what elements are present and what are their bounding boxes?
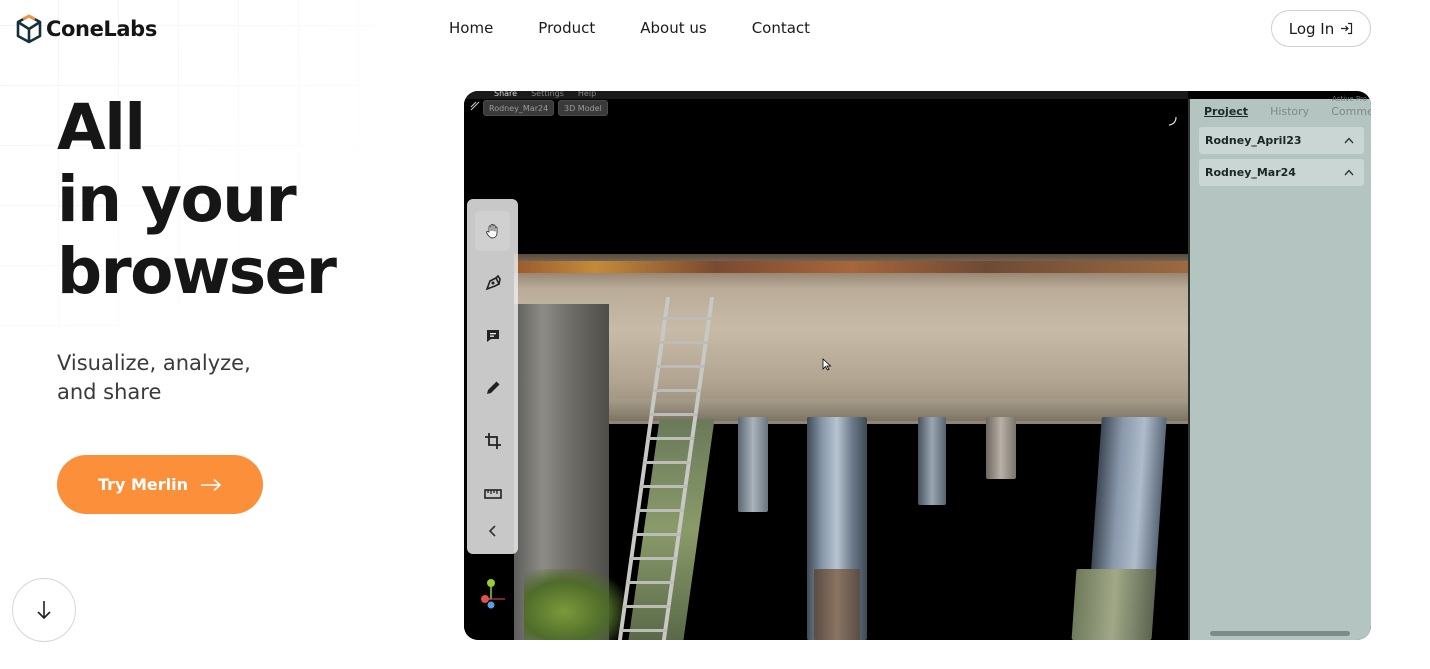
- tool-draw[interactable]: [475, 368, 510, 408]
- tool-collapse[interactable]: [475, 511, 510, 551]
- menu-glyph-icon[interactable]: [470, 101, 480, 111]
- menu-settings[interactable]: Settings: [531, 91, 564, 99]
- hero-subtitle-line-2: and share: [57, 380, 162, 404]
- menu-share[interactable]: Share: [494, 91, 517, 99]
- chip-view-mode[interactable]: 3D Model: [558, 100, 608, 116]
- cube-logo-icon: [16, 14, 42, 44]
- chevron-up-icon: [1344, 137, 1354, 144]
- pier-pile-base: [814, 569, 860, 640]
- hero-subtitle-line-1: Visualize, analyze,: [57, 351, 251, 375]
- panel-scrollbar[interactable]: [1200, 631, 1365, 636]
- comment-icon: [486, 330, 499, 342]
- login-button[interactable]: Log In: [1271, 10, 1371, 47]
- chip-project-name[interactable]: Rodney_Mar24: [483, 100, 555, 116]
- pier-pile: [918, 417, 946, 505]
- cta-label: Try Merlin: [97, 475, 189, 494]
- try-merlin-button[interactable]: Try Merlin: [57, 455, 263, 514]
- axis-gizmo-icon: [481, 579, 505, 609]
- crop-icon: [484, 433, 501, 449]
- app-menu-bar: Share Settings Help: [464, 91, 1188, 99]
- ruler-icon: [483, 489, 502, 499]
- 3d-viewport[interactable]: [464, 99, 1188, 640]
- mouse-cursor-icon: [822, 358, 832, 371]
- login-label: Log In: [1288, 19, 1335, 38]
- pencil-icon: [486, 381, 499, 394]
- tab-project[interactable]: Project: [1204, 105, 1248, 121]
- hero-title: All in your browser: [57, 91, 337, 308]
- hero-title-line-2: in your: [57, 163, 297, 236]
- nav-contact[interactable]: Contact: [752, 18, 810, 38]
- project-item[interactable]: Rodney_April23: [1199, 127, 1364, 154]
- arrow-down-icon: [37, 601, 51, 620]
- nav-home[interactable]: Home: [449, 18, 493, 38]
- brand-name: ConeLabs: [46, 17, 157, 41]
- tab-comment[interactable]: Comment: [1331, 105, 1371, 121]
- project-item-label: Rodney_Mar24: [1205, 166, 1296, 179]
- expand-corner-icon[interactable]: [1167, 116, 1177, 126]
- brand-logo[interactable]: ConeLabs: [16, 14, 157, 44]
- hero-title-line-3: browser: [57, 235, 337, 308]
- tool-measure[interactable]: [475, 474, 510, 514]
- pier-deck-rust: [514, 261, 1188, 273]
- nav-product[interactable]: Product: [538, 18, 595, 38]
- tool-pan[interactable]: [475, 211, 510, 251]
- hero-title-line-1: All: [57, 91, 146, 164]
- tool-comment[interactable]: [475, 316, 510, 356]
- pier-pile: [738, 417, 768, 512]
- tool-pen[interactable]: [475, 263, 510, 303]
- panel-scroll-thumb[interactable]: [1210, 631, 1350, 636]
- pen-tool-icon: [485, 274, 501, 291]
- main-nav: Home Product About us Contact: [449, 18, 810, 38]
- login-arrow-icon: [1341, 22, 1353, 35]
- nav-about-us[interactable]: About us: [640, 18, 706, 38]
- hero-subtitle: Visualize, analyze, and share: [57, 349, 357, 407]
- chevron-up-icon: [1344, 169, 1354, 176]
- chevron-left-icon: [488, 525, 496, 537]
- pier-pile-base: [1071, 569, 1157, 640]
- project-item-label: Rodney_April23: [1205, 134, 1302, 147]
- project-item[interactable]: Rodney_Mar24: [1199, 159, 1364, 186]
- hand-pan-icon: [485, 224, 497, 239]
- tool-crop[interactable]: [475, 421, 510, 461]
- panel-status-label: Active Pro: [1332, 95, 1367, 103]
- project-panel: Active Pro Project History Comment Rodne…: [1188, 95, 1371, 640]
- tab-history[interactable]: History: [1270, 105, 1309, 121]
- pier-pile: [986, 417, 1016, 479]
- arrow-right-icon: [201, 478, 222, 491]
- tool-rail: [467, 199, 518, 554]
- app-preview: Share Settings Help Rodney_Mar24 3D Mode…: [464, 91, 1371, 640]
- scroll-down-button[interactable]: [12, 578, 76, 642]
- menu-help[interactable]: Help: [578, 91, 596, 99]
